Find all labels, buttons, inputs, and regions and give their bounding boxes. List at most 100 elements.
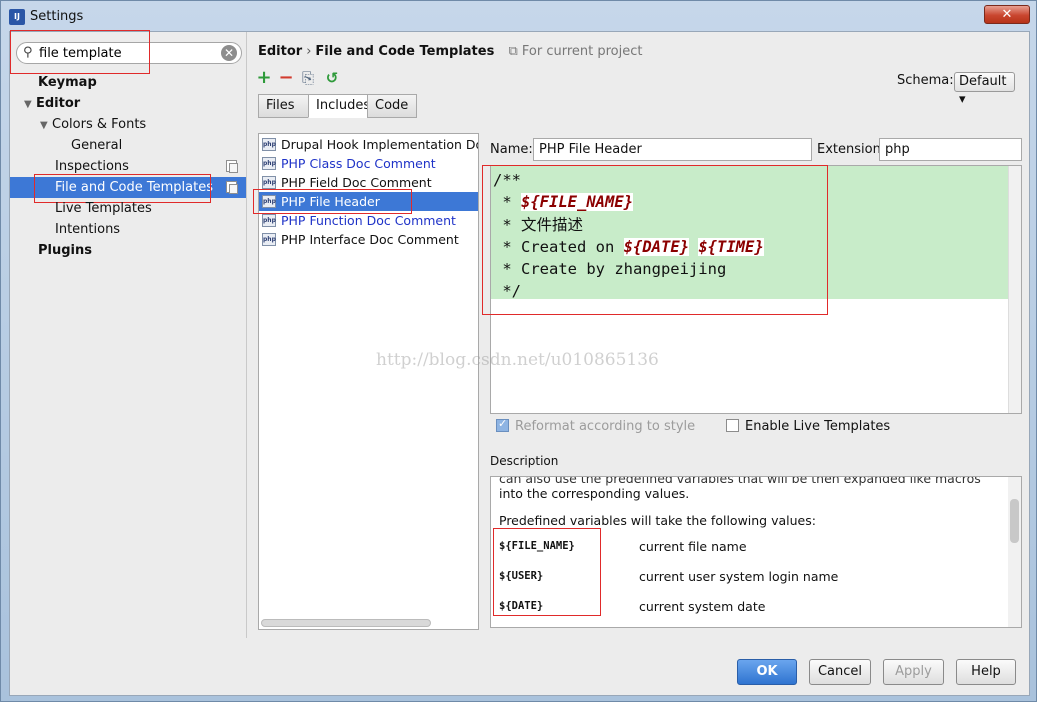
tree-item-label: General	[71, 138, 123, 153]
code-line: /**	[493, 171, 521, 189]
reset-icon[interactable]: ↺	[322, 69, 342, 89]
clear-search-icon[interactable]: ✕	[221, 45, 237, 61]
apply-button[interactable]: Apply	[883, 659, 944, 685]
template-variable: ${TIME}	[698, 237, 764, 256]
tab-code[interactable]: Code	[367, 94, 417, 118]
tree-item-file-code-templates[interactable]: File and Code Templates	[10, 177, 246, 198]
breadcrumb-separator: ›	[306, 44, 312, 59]
checkbox-icon[interactable]	[726, 419, 739, 432]
search-box[interactable]: ⚲ ✕	[16, 42, 242, 64]
add-icon[interactable]: +	[254, 69, 274, 89]
tree-item-keymap[interactable]: Keymap	[38, 72, 97, 93]
template-item-label: Drupal Hook Implementation Doc	[281, 137, 479, 152]
description-text: Predefined variables will take the follo…	[499, 513, 816, 528]
tree-item-label: Keymap	[38, 75, 97, 90]
description-text: can also use the predefined variables th…	[499, 476, 981, 486]
live-templates-checkbox[interactable]: Enable Live Templates	[726, 419, 890, 434]
php-file-icon: php	[262, 195, 276, 208]
window-title: Settings	[30, 9, 84, 24]
description-scrollbar[interactable]	[1008, 477, 1021, 627]
help-button[interactable]: Help	[956, 659, 1016, 685]
code-line: */	[493, 282, 521, 301]
tree-item-general[interactable]: General	[71, 135, 122, 156]
copy-icon[interactable]: ⎘	[298, 69, 318, 89]
tab-includes[interactable]: Includes	[308, 94, 370, 118]
close-button[interactable]: ✕	[984, 5, 1030, 24]
tree-item-live-templates[interactable]: Live Templates	[55, 198, 152, 219]
php-file-icon: php	[262, 214, 276, 227]
template-code[interactable]: /** * ${FILE_NAME} * 文件描述 * Created on $…	[493, 169, 764, 303]
extension-input[interactable]: php	[879, 138, 1022, 161]
template-item-field-doc[interactable]: php PHP Field Doc Comment	[259, 173, 478, 192]
extension-label: Extension:	[817, 142, 886, 157]
project-scope-note: ⧉ For current project	[508, 44, 643, 59]
variable-description: current system date	[639, 599, 766, 614]
title-bar: IJ Settings ✕	[1, 1, 1036, 31]
tree-item-label: Colors & Fonts	[52, 117, 147, 132]
tree-item-intentions[interactable]: Intentions	[55, 219, 120, 240]
schema-dropdown[interactable]: Default ▾	[954, 72, 1015, 107]
php-file-icon: php	[262, 138, 276, 151]
php-file-icon: php	[262, 157, 276, 170]
project-scope-text: For current project	[521, 44, 643, 59]
template-item-label: PHP Class Doc Comment	[281, 156, 436, 171]
project-scope-icon	[226, 160, 238, 173]
settings-content: Editor › File and Code Templates ⧉ For cur…	[248, 32, 1031, 638]
tree-item-label: Intentions	[55, 222, 121, 237]
tree-item-label: Live Templates	[55, 201, 152, 216]
php-file-icon: php	[262, 176, 276, 189]
php-file-icon: php	[262, 233, 276, 246]
template-item-file-header[interactable]: php PHP File Header	[259, 192, 478, 211]
expanded-arrow-icon[interactable]: ▼	[40, 115, 52, 136]
live-templates-label: Enable Live Templates	[745, 419, 891, 434]
template-item-label: PHP File Header	[281, 194, 380, 209]
template-name-input[interactable]: PHP File Header	[533, 138, 812, 161]
description-panel: can also use the predefined variables th…	[490, 476, 1022, 628]
variable-name: ${FILE_NAME}	[499, 540, 575, 552]
template-list-scrollbar[interactable]	[261, 619, 431, 627]
tree-item-label: Plugins	[38, 243, 92, 258]
cancel-button[interactable]: Cancel	[809, 659, 871, 685]
template-list[interactable]: php Drupal Hook Implementation Doc php PHP…	[258, 133, 479, 630]
template-item-drupal-hook[interactable]: php Drupal Hook Implementation Doc	[259, 135, 478, 154]
tree-item-colors-fonts[interactable]: ▼ Colors & Fonts	[40, 114, 146, 135]
code-line: * 文件描述	[493, 215, 583, 234]
tree-item-editor[interactable]: ▼ Editor	[24, 93, 80, 114]
template-variable: ${DATE}	[623, 237, 689, 256]
template-item-label: PHP Interface Doc Comment	[281, 232, 459, 247]
tab-files[interactable]: Files	[258, 94, 309, 118]
schema-label: Schema:	[897, 73, 954, 88]
editor-scrollbar[interactable]	[1008, 166, 1021, 413]
project-scope-icon	[226, 181, 238, 194]
reformat-label: Reformat according to style	[515, 419, 696, 434]
description-text: into the corresponding values.	[499, 486, 690, 501]
settings-sidebar: ⚲ ✕ Keymap ▼Editor ▼Colors & Fonts Gener…	[10, 30, 247, 638]
template-item-function-doc[interactable]: php PHP Function Doc Comment	[259, 211, 478, 230]
tree-item-label: File and Code Templates	[55, 180, 213, 195]
variable-name: ${USER}	[499, 570, 544, 582]
name-label: Name:	[490, 142, 533, 157]
search-input[interactable]	[39, 45, 219, 61]
breadcrumb-page: File and Code Templates	[315, 44, 495, 59]
tree-item-label: Inspections	[55, 159, 129, 174]
tree-item-inspections[interactable]: Inspections	[10, 156, 246, 177]
code-line: * Create by zhangpeijing	[493, 260, 727, 279]
template-editor[interactable]: /** * ${FILE_NAME} * 文件描述 * Created on $…	[490, 165, 1022, 414]
template-variable: ${FILE_NAME}	[521, 193, 633, 212]
variable-name: ${DATE}	[499, 600, 544, 612]
template-item-interface-doc[interactable]: php PHP Interface Doc Comment	[259, 230, 478, 249]
expanded-arrow-icon[interactable]: ▼	[24, 94, 36, 115]
remove-icon[interactable]: −	[276, 69, 296, 89]
ok-button[interactable]: OK	[737, 659, 797, 685]
tree-item-plugins[interactable]: Plugins	[38, 240, 92, 261]
scrollbar-thumb[interactable]	[1010, 499, 1019, 543]
breadcrumb: Editor › File and Code Templates ⧉ For cur…	[258, 44, 642, 59]
tree-item-label: Editor	[36, 96, 81, 111]
settings-window: IJ Settings ✕ ⚲ ✕ Keymap ▼Editor ▼Colors…	[0, 0, 1037, 702]
template-item-class-doc[interactable]: php PHP Class Doc Comment	[259, 154, 478, 173]
reformat-checkbox[interactable]: Reformat according to style	[496, 417, 696, 434]
variable-description: current file name	[639, 539, 747, 554]
description-label: Description	[490, 454, 559, 468]
checkbox-checked-icon[interactable]	[496, 417, 509, 432]
breadcrumb-editor: Editor	[258, 44, 303, 59]
